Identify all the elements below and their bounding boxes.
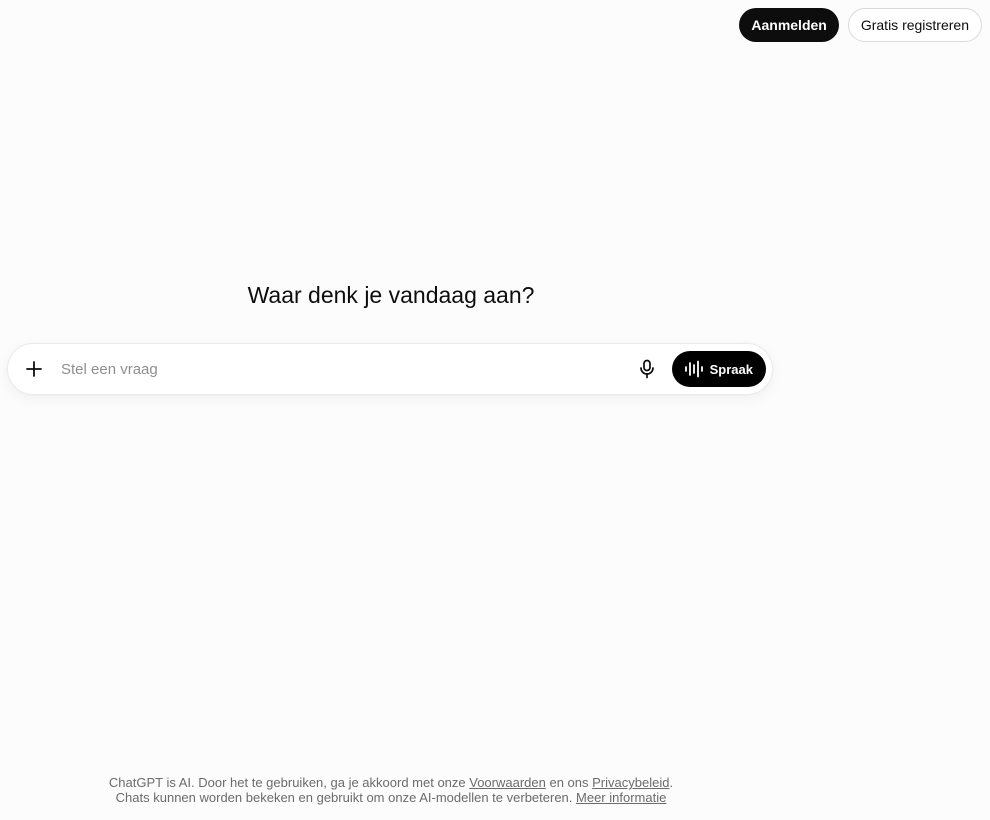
attach-button[interactable] (16, 351, 52, 387)
dictate-button[interactable] (630, 352, 664, 386)
register-button[interactable]: Gratis registreren (847, 8, 982, 42)
footer-text: . (669, 775, 674, 790)
footer-line-2: Chats kunnen worden bekeken en gebruikt … (0, 790, 782, 805)
footer-disclaimer: ChatGPT is AI. Door het te gebruiken, ga… (0, 775, 782, 805)
terms-link[interactable]: Voorwaarden (469, 775, 546, 790)
voice-mode-button[interactable]: Spraak (671, 351, 766, 387)
footer-line-1: ChatGPT is AI. Door het te gebruiken, ga… (0, 775, 782, 790)
more-info-link[interactable]: Meer informatie (576, 790, 666, 805)
voice-mode-label: Spraak (709, 361, 753, 377)
login-button[interactable]: Aanmelden (739, 8, 839, 42)
page-title: Waar denk je vandaag aan? (247, 282, 535, 308)
footer-text: Chats kunnen worden bekeken en gebruikt … (115, 790, 577, 805)
auth-buttons: Aanmelden Gratis registreren (739, 8, 982, 42)
composer: Spraak (7, 343, 773, 395)
prompt-input[interactable] (59, 353, 630, 385)
footer-text: ChatGPT is AI. Door het te gebruiken, ga… (108, 775, 470, 790)
page: Aanmelden Gratis registreren Waar denk j… (0, 0, 990, 820)
privacy-link[interactable]: Privacybeleid (592, 775, 669, 790)
waveform-icon (684, 360, 703, 378)
microphone-icon (639, 359, 654, 379)
footer-text: en ons (545, 775, 593, 790)
plus-icon (26, 361, 42, 377)
